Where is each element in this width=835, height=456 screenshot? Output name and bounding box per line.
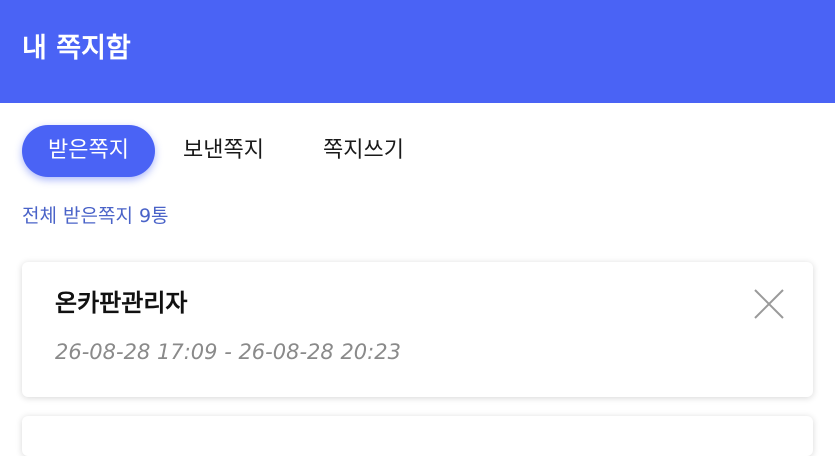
tab-write[interactable]: 쪽지쓰기 [323, 125, 404, 177]
close-icon [754, 289, 784, 319]
message-tabs: 받은쪽지 보낸쪽지 쪽지쓰기 [0, 125, 835, 177]
total-received-count: 전체 받은쪽지 9통 [22, 205, 169, 227]
message-card[interactable] [22, 416, 813, 456]
page-title: 내 쪽지함 [22, 33, 131, 64]
delete-message-button[interactable] [749, 284, 789, 324]
message-datetime: 26-08-28 17:09 - 26-08-28 20:23 [55, 340, 401, 364]
tab-received[interactable]: 받은쪽지 [22, 125, 155, 177]
tab-sent[interactable]: 보낸쪽지 [183, 125, 264, 177]
app-header: 내 쪽지함 [0, 0, 835, 103]
message-sender: 온카판관리자 [55, 289, 188, 317]
message-card[interactable]: 온카판관리자 26-08-28 17:09 - 26-08-28 20:23 [22, 262, 813, 397]
